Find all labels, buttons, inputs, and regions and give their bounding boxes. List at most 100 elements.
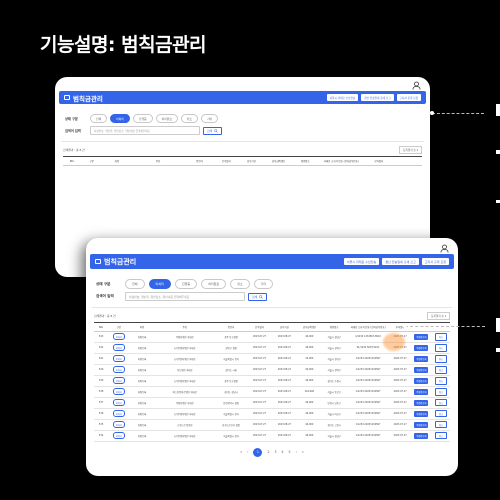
table-cell: 2023.08.27 [271, 386, 297, 398]
cancel-button[interactable]: 취소 [435, 421, 448, 429]
status-chip[interactable]: 진행중 [174, 279, 198, 289]
table-cell: 취소 [432, 419, 450, 431]
table-row[interactable]: 538 미처리 차량등록 버스전용차로위반 과태료 경기도 성남시 2023.07.27 2… [94, 386, 450, 398]
table-cell: 서울시 종로구 [321, 386, 347, 398]
column-header: 구분 [108, 322, 130, 332]
cancel-button[interactable]: 취소 [435, 366, 448, 374]
page-link[interactable]: 4 [282, 450, 284, 454]
toolbar-button[interactable]: 결산 전송일세 출세 신고 [382, 258, 419, 265]
toolbar-button[interactable]: 서울시 과태료 수납전송 [326, 94, 359, 101]
page-link[interactable]: › [296, 450, 297, 454]
table-row[interactable]: 541 미처리 차량등록 (구)주정차위반 과태료 서울특별시 관리 2023.07.27… [94, 353, 450, 365]
table-cell: 2023.08.27 [271, 397, 297, 409]
page-link[interactable]: ‹ [247, 450, 248, 454]
column-header: 과태료 고지서 번호 (전자납부번호) [317, 156, 365, 166]
register-button[interactable]: 주정차등록 [414, 410, 429, 417]
status-chip[interactable]: 전체 [125, 279, 145, 289]
cancel-button[interactable]: 취소 [435, 333, 448, 341]
status-chip[interactable]: 미처리 [148, 279, 171, 289]
page-link[interactable]: 3 [274, 450, 276, 454]
user-icon[interactable] [440, 244, 449, 253]
register-button[interactable]: 주정차등록 [414, 333, 429, 340]
sort-select[interactable]: 등록일자 순 ▾ [427, 312, 450, 320]
status-chip[interactable]: 취소 [230, 279, 250, 289]
table-cell: 1/1234 20231234567 [346, 375, 390, 387]
callout-highlight [383, 333, 405, 351]
table-cell: 차량등록 [129, 430, 155, 442]
column-header: NO. [94, 322, 109, 332]
page-link[interactable]: 2 [267, 450, 269, 454]
status-chip[interactable]: 처리완료 [155, 114, 178, 123]
app-title: 범칙금관리 [104, 257, 137, 266]
table-row[interactable]: 535 미처리 차량등록 고속도로 통행료 한국도로공사 청장 2023.07.27 202… [94, 419, 450, 431]
table-cell: 미처리 [108, 419, 130, 431]
keyword-input[interactable]: 차량번호, 위반일, 위반장소, 위반내용 입력해주세요 [90, 126, 200, 135]
register-button[interactable]: 주정차등록 [414, 355, 429, 362]
search-button[interactable]: 검색 [248, 292, 268, 301]
table-cell: 주정차등록 [410, 408, 433, 420]
register-button[interactable]: 주정차등록 [414, 399, 429, 406]
table-cell: 광주 동구청장 [215, 331, 248, 343]
toolbar-button[interactable]: 결산 전송일세 출세 신고 [361, 94, 394, 101]
table-cell: 40,000 [296, 342, 322, 354]
table-row[interactable]: 540 미처리 차량등록 속도위반 과태료 경기도 시흥 2023.07.27 2023.0… [94, 364, 450, 376]
register-button[interactable]: 주정차등록 [414, 388, 429, 395]
toolbar-button[interactable]: 서울시 과태료 수납전송 [343, 258, 380, 265]
table-cell: 주정차위반 과태료 [154, 397, 216, 409]
toolbar-button[interactable]: 고지서 출력 요청 [421, 258, 449, 265]
table-cell: 미처리 [108, 342, 130, 354]
sort-select[interactable]: 등록일자 순 ▾ [399, 146, 422, 154]
status-chip[interactable]: 기타 [201, 114, 219, 123]
register-button[interactable]: 주정차등록 [414, 344, 429, 351]
table-cell: 주정차등록 [410, 386, 433, 398]
table-row[interactable]: 534 미처리 차량등록 (구)주정차위반 과태료 서울특별시 관리 2023.07.27… [94, 430, 450, 442]
table-cell: 차량등록 [129, 386, 155, 398]
table-cell: 주정차등록 [410, 331, 433, 343]
cancel-button[interactable]: 취소 [435, 432, 448, 440]
status-chip[interactable]: 미처리 [110, 114, 130, 123]
table-cell: 버스전용차로위반 과태료 [154, 386, 216, 398]
status-chip[interactable]: 전체 [90, 114, 108, 123]
search-button[interactable]: 검색 [203, 126, 223, 135]
table-cell: 1/1234 20231234567 [346, 430, 390, 442]
register-button[interactable]: 주정차등록 [414, 377, 429, 384]
keyword-input[interactable]: 차량번호, 위반일, 위반장소, 위반내용 입력해주세요 [125, 292, 245, 301]
search-icon [259, 294, 264, 299]
cancel-button[interactable]: 취소 [435, 388, 448, 396]
table-cell: 2023.07.27 [389, 430, 411, 442]
table-row[interactable]: 539 미처리 차량등록 (구)주정차위반 과태료 광주 동구청장 2023.07.27 2… [94, 375, 450, 387]
register-button[interactable]: 주정차등록 [414, 421, 429, 428]
table-cell: 538 [94, 386, 109, 398]
table-cell: 2023.07.27 [247, 353, 272, 365]
status-chip[interactable]: 처리완료 [201, 279, 227, 289]
register-button[interactable]: 주정차등록 [414, 366, 429, 373]
cancel-button[interactable]: 취소 [435, 377, 448, 385]
status-chip[interactable]: 기타 [253, 279, 274, 289]
cancel-button[interactable]: 취소 [435, 410, 448, 418]
table-cell: 미처리 [108, 397, 130, 409]
table-cell: 540 [94, 364, 109, 376]
status-chip[interactable]: 취소 [180, 114, 199, 123]
cancel-button[interactable]: 취소 [435, 344, 448, 352]
page-link[interactable]: 5 [289, 450, 291, 454]
cancel-button[interactable]: 취소 [435, 355, 448, 363]
table-cell: 2023.08.27 [271, 375, 297, 387]
column-header: 차량 [102, 156, 132, 166]
table-cell: 2023.08.27 [271, 408, 297, 420]
table-cell: 주정차등록 [410, 375, 433, 387]
table-row[interactable]: 536 미처리 차량등록 (구)주정차위반 과태료 서울특별시 관리 2023.07.27… [94, 408, 450, 420]
page-link[interactable]: « [240, 450, 242, 454]
table-cell: 535 [94, 419, 109, 431]
table-cell: 고속도로 통행료 [154, 419, 216, 431]
app-titlebar: 범칙금관리 서울시 과태료 수납전송 결산 전송일세 출세 신고 고지서 출력 요청 [59, 91, 426, 104]
user-icon[interactable] [412, 81, 421, 90]
table-cell: 서울시 마포구 [321, 408, 347, 420]
status-chip[interactable]: 진행중 [132, 114, 153, 123]
table-cell: 1/1234 20231234567 [346, 397, 390, 409]
register-button[interactable]: 주정차등록 [414, 432, 429, 439]
toolbar-button[interactable]: 고지서 출력 요청 [396, 94, 421, 101]
cancel-button[interactable]: 취소 [435, 399, 448, 407]
page-link[interactable]: » [302, 450, 304, 454]
page-link[interactable]: 1 [253, 447, 263, 457]
table-row[interactable]: 537 미처리 차량등록 주정차위반 과태료 인천광역시 청장 2023.07.27 202… [94, 397, 450, 409]
